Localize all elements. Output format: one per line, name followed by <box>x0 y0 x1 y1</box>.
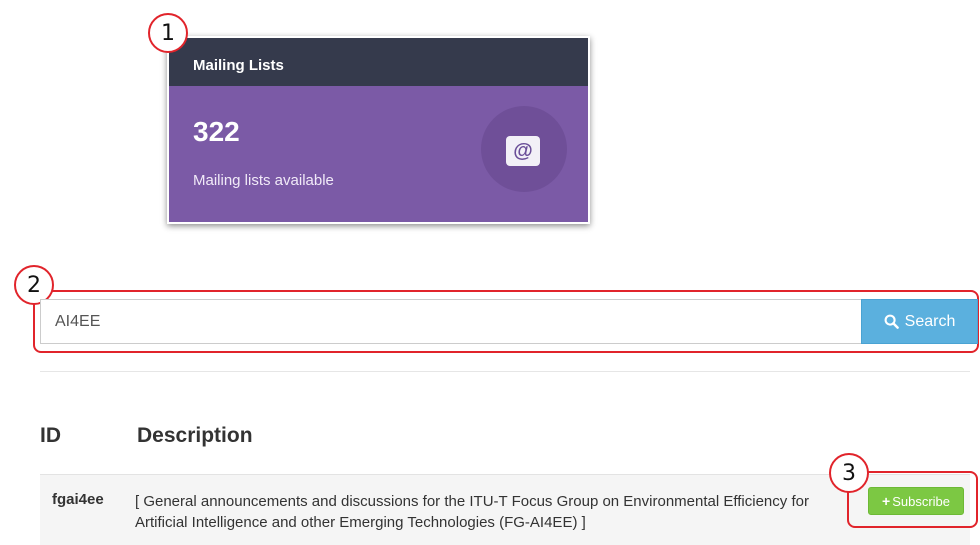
mailing-lists-card: Mailing Lists 322 Mailing lists availabl… <box>167 36 590 224</box>
search-button[interactable]: Search <box>861 299 978 344</box>
search-bar: Search <box>40 299 978 344</box>
divider <box>40 371 970 372</box>
callout-1: 1 <box>148 13 188 53</box>
card-body: 322 Mailing lists available @ <box>169 86 588 222</box>
list-description: [ General announcements and discussions … <box>135 493 809 531</box>
table-row: fgai4ee [ General announcements and disc… <box>40 474 970 545</box>
at-sign-icon: @ <box>506 136 540 166</box>
search-icon <box>884 314 899 329</box>
list-id: fgai4ee <box>52 491 104 508</box>
mailing-list-count: 322 <box>193 116 240 147</box>
subscribe-button-label: Subscribe <box>892 493 950 509</box>
subscribe-button[interactable]: + Subscribe <box>868 487 964 515</box>
card-title: Mailing Lists <box>169 38 588 86</box>
search-input[interactable] <box>40 299 861 344</box>
callout-3: 3 <box>829 453 869 493</box>
column-header-description: Description <box>137 424 253 447</box>
card-subtitle: Mailing lists available <box>193 172 334 189</box>
plus-icon: + <box>882 493 891 509</box>
column-header-id: ID <box>40 424 61 447</box>
search-button-label: Search <box>904 312 956 330</box>
